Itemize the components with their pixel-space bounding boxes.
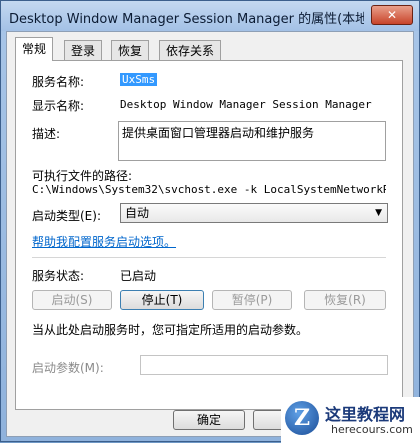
startup-type-value: 自动 xyxy=(125,206,150,220)
title-bar[interactable]: Desktop Window Manager Session Manager 的… xyxy=(1,1,419,31)
watermark-logo: Z xyxy=(285,401,319,435)
tab-logon[interactable]: 登录 xyxy=(64,40,103,60)
tab-general[interactable]: 常规 xyxy=(15,37,54,61)
service-name-value[interactable]: UxSms xyxy=(120,73,158,86)
properties-window: Desktop Window Manager Session Manager 的… xyxy=(0,0,420,443)
service-name-label: 服务名称: xyxy=(32,75,85,89)
pause-button[interactable]: 暂停(P) xyxy=(212,290,292,310)
service-status-label: 服务状态: xyxy=(32,269,85,283)
ok-button[interactable]: 确定 xyxy=(173,410,245,430)
close-button[interactable]: ✕ xyxy=(371,5,413,25)
description-box[interactable]: 提供桌面窗口管理器启动和维护服务 xyxy=(118,121,386,161)
tab-recovery[interactable]: 恢复 xyxy=(111,40,150,60)
site-watermark: Z 这里教程网 herecours.com xyxy=(281,397,420,443)
divider xyxy=(32,257,386,258)
dialog-client: 常规 登录 恢复 依存关系 服务名称: UxSms 显示名称: Desktop … xyxy=(6,31,414,437)
help-configure-link[interactable]: 帮助我配置服务启动选项。 xyxy=(32,233,176,250)
tab-dependencies[interactable]: 依存关系 xyxy=(159,40,222,60)
display-name-label: 显示名称: xyxy=(32,99,85,113)
startup-type-label: 启动类型(E): xyxy=(32,209,101,223)
general-panel: 服务名称: UxSms 显示名称: Desktop Window Manager… xyxy=(15,60,403,410)
start-params-input[interactable] xyxy=(140,355,388,375)
start-params-hint: 当从此处启动服务时，您可指定所适用的启动参数。 xyxy=(32,323,309,337)
window-title: Desktop Window Manager Session Manager 的… xyxy=(9,12,364,27)
chevron-down-icon: ▼ xyxy=(375,208,382,218)
description-value: 提供桌面窗口管理器启动和维护服务 xyxy=(122,126,315,140)
resume-button[interactable]: 恢复(R) xyxy=(304,290,386,310)
start-params-label: 启动参数(M): xyxy=(32,361,104,375)
startup-type-select[interactable]: 自动 ▼ xyxy=(120,203,388,223)
start-button[interactable]: 启动(S) xyxy=(32,290,112,310)
exe-path-value[interactable]: C:\Windows\System32\svchost.exe -k Local… xyxy=(32,183,386,196)
watermark-title: 这里教程网 xyxy=(325,405,406,424)
display-name-value[interactable]: Desktop Window Manager Session Manager xyxy=(120,98,372,111)
stop-button[interactable]: 停止(T) xyxy=(120,290,204,310)
service-status-value: 已启动 xyxy=(120,269,157,283)
exe-path-label: 可执行文件的路径: xyxy=(32,169,133,183)
close-icon: ✕ xyxy=(386,8,398,22)
watermark-url: herecours.com xyxy=(331,423,413,436)
description-label: 描述: xyxy=(32,127,61,141)
